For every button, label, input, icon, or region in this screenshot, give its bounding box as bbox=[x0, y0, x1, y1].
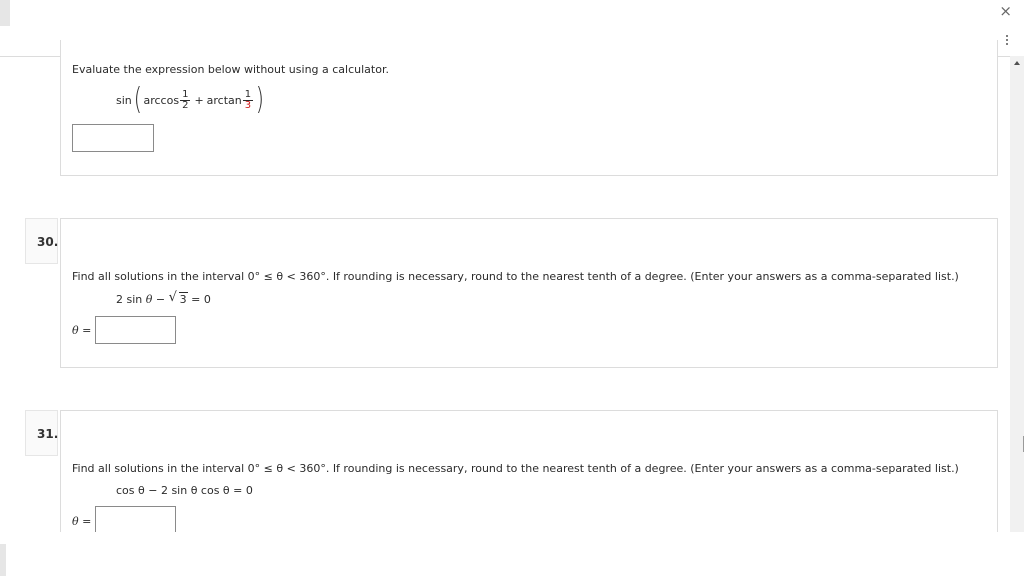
question-prompt: Find all solutions in the interval 0° ≤ … bbox=[72, 462, 959, 475]
left-paren: ( bbox=[133, 82, 142, 117]
answer-input[interactable] bbox=[95, 316, 176, 344]
vertical-scrollbar[interactable] bbox=[1010, 56, 1024, 532]
question-prompt: Evaluate the expression below without us… bbox=[72, 63, 389, 76]
scroll-up-icon[interactable] bbox=[1014, 61, 1020, 65]
answer-input[interactable] bbox=[95, 506, 176, 534]
left-tab-stub bbox=[0, 0, 10, 26]
bottom-left-stub bbox=[0, 544, 6, 576]
equation: 2 sin θ − √ 3 = 0 bbox=[116, 290, 211, 306]
question-number: 31. bbox=[25, 410, 58, 456]
question-prompt: Find all solutions in the interval 0° ≤ … bbox=[72, 270, 959, 283]
bottom-strip bbox=[0, 532, 1024, 576]
answer-input[interactable] bbox=[72, 124, 154, 152]
fraction-one-third: 1 3 bbox=[242, 88, 254, 111]
right-paren: ) bbox=[255, 82, 265, 117]
question-number: 30. bbox=[25, 218, 58, 264]
square-root: √ 3 bbox=[168, 290, 188, 306]
close-icon[interactable]: × bbox=[999, 2, 1012, 20]
answer-label: θ = bbox=[72, 324, 92, 337]
fraction-one-half: 1 2 bbox=[180, 88, 191, 111]
answer-label: θ = bbox=[72, 515, 92, 528]
expression-func: sin bbox=[116, 93, 132, 107]
plus-sign: + bbox=[194, 93, 204, 107]
expression-arctan: arctan bbox=[206, 93, 242, 107]
expression-arccos: arccos bbox=[143, 93, 180, 107]
scrollbar-thumb[interactable] bbox=[1010, 64, 1024, 404]
equation: cos θ − 2 sin θ cos θ = 0 bbox=[116, 484, 253, 497]
more-options-icon[interactable] bbox=[1006, 35, 1009, 47]
expression: sin ( arccos 1 2 + arctan 1 3 ) bbox=[116, 84, 266, 116]
